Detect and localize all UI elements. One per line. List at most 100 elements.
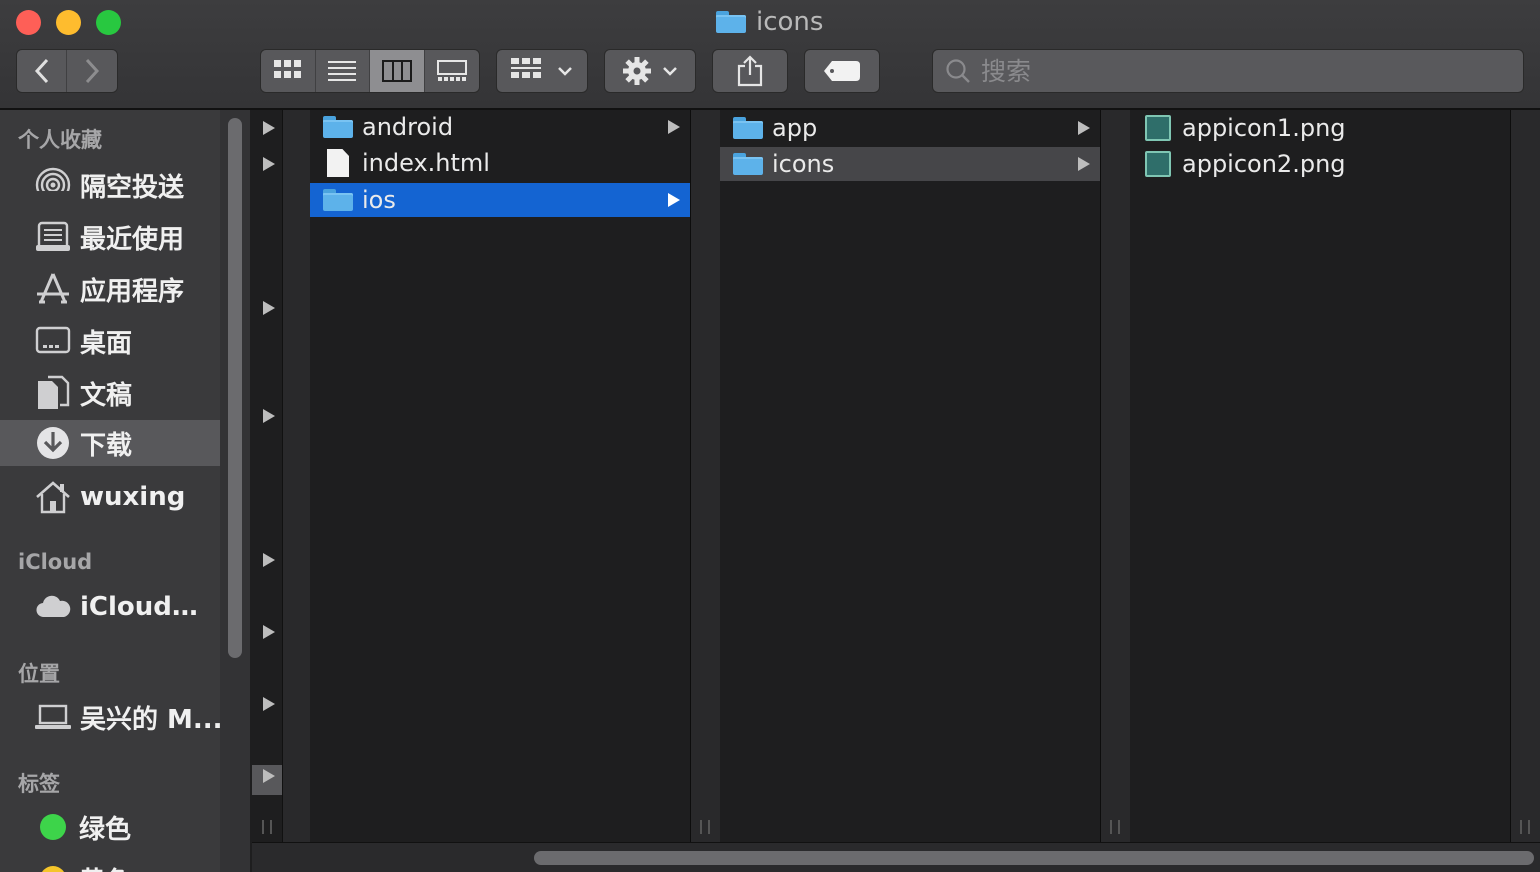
list-icon	[328, 61, 357, 81]
folder-icon	[733, 117, 763, 139]
column-1: android index.html ios	[310, 110, 691, 842]
sidebar-item-airdrop[interactable]: 隔空投送	[0, 162, 220, 208]
disclosure-arrow-icon[interactable]	[263, 625, 275, 639]
sidebar-item-documents[interactable]: 文稿	[0, 370, 220, 416]
horizontal-scrollbar[interactable]	[534, 851, 1534, 865]
sidebar-section-locations: 位置	[18, 662, 60, 686]
toolbar: icons	[0, 0, 1540, 110]
cloud-icon	[35, 589, 71, 625]
disclosure-arrow-icon[interactable]	[263, 301, 275, 315]
column-resize-handle[interactable]	[700, 820, 710, 834]
sidebar-item-label: 隔空投送	[80, 172, 185, 203]
yellow-tag-dot	[40, 866, 66, 872]
column-resize-handle[interactable]	[1110, 820, 1120, 834]
disclosure-arrow-icon[interactable]	[263, 157, 275, 171]
search-field[interactable]	[932, 49, 1524, 93]
chevron-left-icon	[34, 58, 48, 84]
finder-window: icons 搜索 个人收藏 隔空投送 最近使用 应用程序 桌面 文稿 下载 wu…	[0, 0, 1540, 872]
forward-button[interactable]	[67, 50, 117, 92]
list-item[interactable]: index.html	[310, 146, 690, 180]
folder-icon	[323, 189, 353, 211]
gallery-view-button[interactable]	[424, 50, 479, 92]
group-grid-icon	[511, 58, 541, 78]
chevron-down-icon	[558, 67, 572, 76]
sidebar-item-icloud-drive[interactable]: iCloud…	[0, 584, 220, 630]
sidebar-item-label: 文稿	[80, 380, 133, 411]
chevron-down-icon	[663, 67, 677, 76]
group-by-button[interactable]	[496, 49, 588, 93]
sidebar-item-this-mac[interactable]: 吴兴的 M...	[0, 694, 223, 740]
sidebar: 个人收藏 隔空投送 最近使用 应用程序 桌面 文稿 下载 wuxing iClo…	[0, 110, 250, 872]
chevron-right-icon	[668, 120, 680, 134]
chevron-right-icon	[85, 58, 100, 84]
grid-icon	[273, 60, 301, 78]
back-button[interactable]	[17, 50, 68, 92]
column-3: appicon1.png appicon2.png	[1130, 110, 1511, 842]
sidebar-item-home[interactable]: wuxing	[0, 474, 220, 520]
disclosure-arrow-icon[interactable]	[263, 769, 275, 783]
column-divider	[691, 110, 720, 842]
sidebar-item-tag-yellow[interactable]: 黄色	[0, 856, 220, 872]
sidebar-item-tag-green[interactable]: 绿色	[0, 804, 220, 850]
zoom-window-button[interactable]	[96, 10, 121, 35]
sidebar-item-label: iCloud…	[80, 592, 198, 622]
list-item-selected[interactable]: icons	[720, 147, 1100, 181]
airdrop-icon	[35, 167, 71, 203]
view-mode-control	[260, 49, 480, 93]
tag-icon	[824, 61, 860, 81]
list-item[interactable]: app	[720, 111, 1100, 145]
laptop-icon	[35, 699, 71, 735]
search-icon	[946, 59, 970, 83]
disclosure-arrow-icon[interactable]	[263, 553, 275, 567]
edit-tags-button[interactable]	[804, 49, 880, 93]
list-item[interactable]: appicon2.png	[1130, 147, 1510, 181]
item-name: appicon2.png	[1182, 150, 1346, 178]
column-resize-handle[interactable]	[1520, 820, 1530, 834]
item-name: android	[362, 113, 454, 141]
sidebar-item-desktop[interactable]: 桌面	[0, 318, 220, 364]
column-divider	[1101, 110, 1130, 842]
icon-view-button[interactable]	[261, 50, 316, 92]
window-title-text: icons	[756, 7, 824, 37]
sidebar-item-label: 黄色	[79, 861, 131, 872]
html-file-icon	[327, 149, 349, 177]
action-menu-button[interactable]	[604, 49, 696, 93]
sidebar-scrollbar[interactable]	[228, 118, 242, 658]
column-resize-handle[interactable]	[262, 820, 272, 834]
list-item-selected[interactable]: ios	[310, 183, 690, 217]
sidebar-item-label: 最近使用	[80, 224, 185, 255]
window-title: icons	[716, 6, 823, 38]
share-button[interactable]	[712, 49, 788, 93]
sidebar-item-label: 应用程序	[80, 276, 185, 307]
sidebar-section-icloud: iCloud	[18, 550, 93, 574]
disclosure-arrow-icon[interactable]	[263, 121, 275, 135]
item-name: icons	[772, 150, 835, 178]
sidebar-item-label: 吴兴的 M...	[80, 704, 223, 735]
sidebar-item-applications[interactable]: 应用程序	[0, 266, 220, 312]
list-item[interactable]: appicon1.png	[1130, 111, 1510, 145]
item-name: appicon1.png	[1182, 114, 1346, 142]
list-item[interactable]: android	[310, 110, 690, 144]
disclosure-arrow-icon[interactable]	[263, 697, 275, 711]
search-input[interactable]	[979, 55, 1503, 87]
sidebar-section-tags: 标签	[18, 772, 60, 796]
parent-column-strip	[252, 110, 283, 842]
gear-icon	[623, 57, 651, 85]
columns-icon	[381, 60, 412, 82]
close-window-button[interactable]	[16, 10, 41, 35]
item-name: app	[772, 114, 818, 142]
chevron-right-icon	[1078, 121, 1090, 135]
sidebar-item-recents[interactable]: 最近使用	[0, 214, 220, 260]
minimize-window-button[interactable]	[56, 10, 81, 35]
chevron-right-icon	[1078, 157, 1090, 171]
list-view-button[interactable]	[315, 50, 370, 92]
column-divider	[1511, 110, 1540, 842]
horizontal-scroll-track	[252, 842, 1540, 872]
disclosure-arrow-icon[interactable]	[263, 409, 275, 423]
image-file-icon	[1145, 151, 1171, 177]
item-name: index.html	[362, 149, 490, 177]
column-view-button[interactable]	[370, 50, 425, 92]
sidebar-item-label: wuxing	[80, 482, 186, 512]
sidebar-item-downloads[interactable]: 下载	[0, 420, 220, 466]
sidebar-item-label: 桌面	[80, 328, 133, 359]
